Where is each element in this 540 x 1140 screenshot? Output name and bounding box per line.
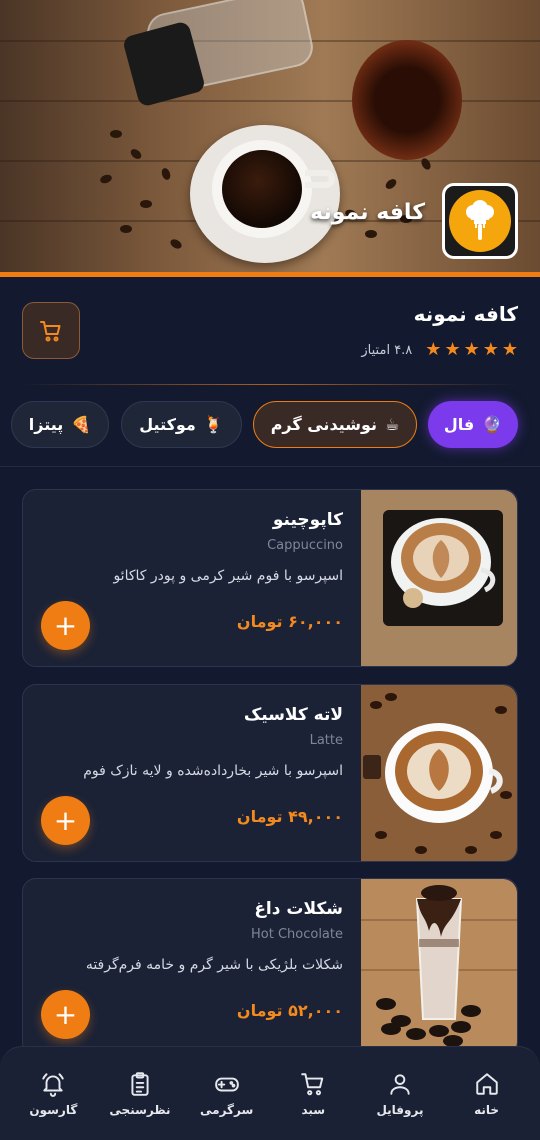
section-divider bbox=[0, 466, 540, 467]
rating-label: ۴.۸ امتیاز bbox=[361, 342, 413, 358]
user-icon bbox=[390, 1073, 410, 1095]
nav-label: پروفایل bbox=[376, 1102, 424, 1117]
nav-label: گارسون bbox=[29, 1102, 78, 1117]
product-description: اسپرسو با فوم شیر کرمی و پودر کاکائو bbox=[113, 568, 343, 584]
cafe-logo bbox=[442, 183, 518, 259]
product-name: کاپوچینو bbox=[272, 510, 343, 530]
category-label: نوشیدنی گرم bbox=[270, 415, 377, 434]
divider bbox=[22, 384, 518, 385]
add-to-cart-button[interactable]: + bbox=[41, 796, 90, 845]
bottom-navigation: خانه پروفایل سبد سرگرمی نظرسنجی گارسون bbox=[0, 1046, 540, 1140]
product-description: شکلات بلژیکی با شیر گرم و خامه فرم‌گرفته bbox=[85, 957, 343, 973]
cart-icon bbox=[40, 320, 61, 341]
product-card[interactable]: لاته کلاسیک Latte اسپرسو با شیر بخارداده… bbox=[22, 684, 518, 862]
hero-banner: کافه نمونه bbox=[0, 0, 540, 272]
gamepad-icon bbox=[214, 1077, 239, 1091]
product-description: اسپرسو با شیر بخارداده‌شده و لایه نازک ف… bbox=[83, 763, 343, 779]
category-pizza[interactable]: 🍕 پیتزا bbox=[11, 401, 109, 448]
star-icon: ★ bbox=[501, 339, 518, 360]
product-subtitle: Cappuccino bbox=[267, 538, 343, 553]
add-to-cart-button[interactable]: + bbox=[41, 601, 90, 650]
product-price: ۴۹,۰۰۰ تومان bbox=[236, 807, 343, 826]
home-icon bbox=[475, 1072, 498, 1095]
nav-label: سبد bbox=[301, 1102, 326, 1117]
nav-item-survey[interactable]: نظرسنجی bbox=[100, 1071, 180, 1117]
pizza-icon: 🍕 bbox=[71, 415, 92, 434]
nav-item-entertainment[interactable]: سرگرمی bbox=[187, 1071, 267, 1117]
product-name: شکلات داغ bbox=[254, 899, 343, 919]
nav-label: خانه bbox=[474, 1102, 500, 1117]
star-icon: ★ bbox=[425, 339, 442, 360]
add-to-cart-button[interactable]: + bbox=[41, 990, 90, 1039]
product-subtitle: Latte bbox=[309, 733, 343, 748]
product-subtitle: Hot Chocolate bbox=[250, 927, 343, 942]
chef-hat-fork-icon bbox=[449, 190, 511, 252]
hero-title: کافه نمونه bbox=[310, 200, 425, 225]
star-icon: ★ bbox=[482, 339, 499, 360]
product-card[interactable]: شکلات داغ Hot Chocolate شکلات بلژیکی با … bbox=[22, 878, 518, 1056]
product-name: لاته کلاسیک bbox=[243, 705, 343, 725]
product-price: ۵۲,۰۰۰ تومان bbox=[236, 1001, 343, 1020]
latte-image bbox=[361, 685, 517, 861]
nav-label: نظرسنجی bbox=[109, 1102, 171, 1117]
cart-icon bbox=[301, 1072, 324, 1095]
bell-icon bbox=[42, 1072, 65, 1097]
crystal-ball-icon: 🔮 bbox=[482, 415, 503, 434]
nav-item-cart[interactable]: سبد bbox=[273, 1071, 353, 1117]
cafe-name: کافه نمونه bbox=[413, 302, 518, 326]
hero-accent-line bbox=[0, 272, 540, 277]
cappuccino-image bbox=[361, 490, 517, 666]
hot-beverage-icon: ☕ bbox=[384, 415, 400, 434]
nav-label: سرگرمی bbox=[200, 1102, 254, 1117]
category-label: پیتزا bbox=[28, 415, 64, 434]
rating: ★ ★ ★ ★ ★ ۴.۸ امتیاز bbox=[361, 341, 518, 359]
category-mocktail[interactable]: 🍹 موکتیل bbox=[121, 401, 242, 448]
tropical-drink-icon: 🍹 bbox=[203, 415, 224, 434]
star-icon: ★ bbox=[444, 339, 461, 360]
star-icon: ★ bbox=[463, 339, 480, 360]
category-label: موکتیل bbox=[139, 415, 196, 434]
nav-item-profile[interactable]: پروفایل bbox=[360, 1071, 440, 1117]
product-price: ۶۰,۰۰۰ تومان bbox=[236, 612, 343, 631]
category-label: فال bbox=[443, 415, 475, 434]
product-card[interactable]: کاپوچینو Cappuccino اسپرسو با فوم شیر کر… bbox=[22, 489, 518, 667]
category-hot-drinks[interactable]: ☕ نوشیدنی گرم bbox=[253, 401, 417, 448]
nav-item-home[interactable]: خانه bbox=[447, 1071, 527, 1117]
nav-item-waiter[interactable]: گارسون bbox=[13, 1071, 93, 1117]
cart-button[interactable] bbox=[22, 302, 80, 359]
hot-chocolate-image bbox=[361, 879, 517, 1055]
clipboard-icon bbox=[131, 1071, 149, 1096]
category-fal[interactable]: 🔮 فال bbox=[428, 401, 518, 448]
decanter-image bbox=[352, 40, 462, 160]
